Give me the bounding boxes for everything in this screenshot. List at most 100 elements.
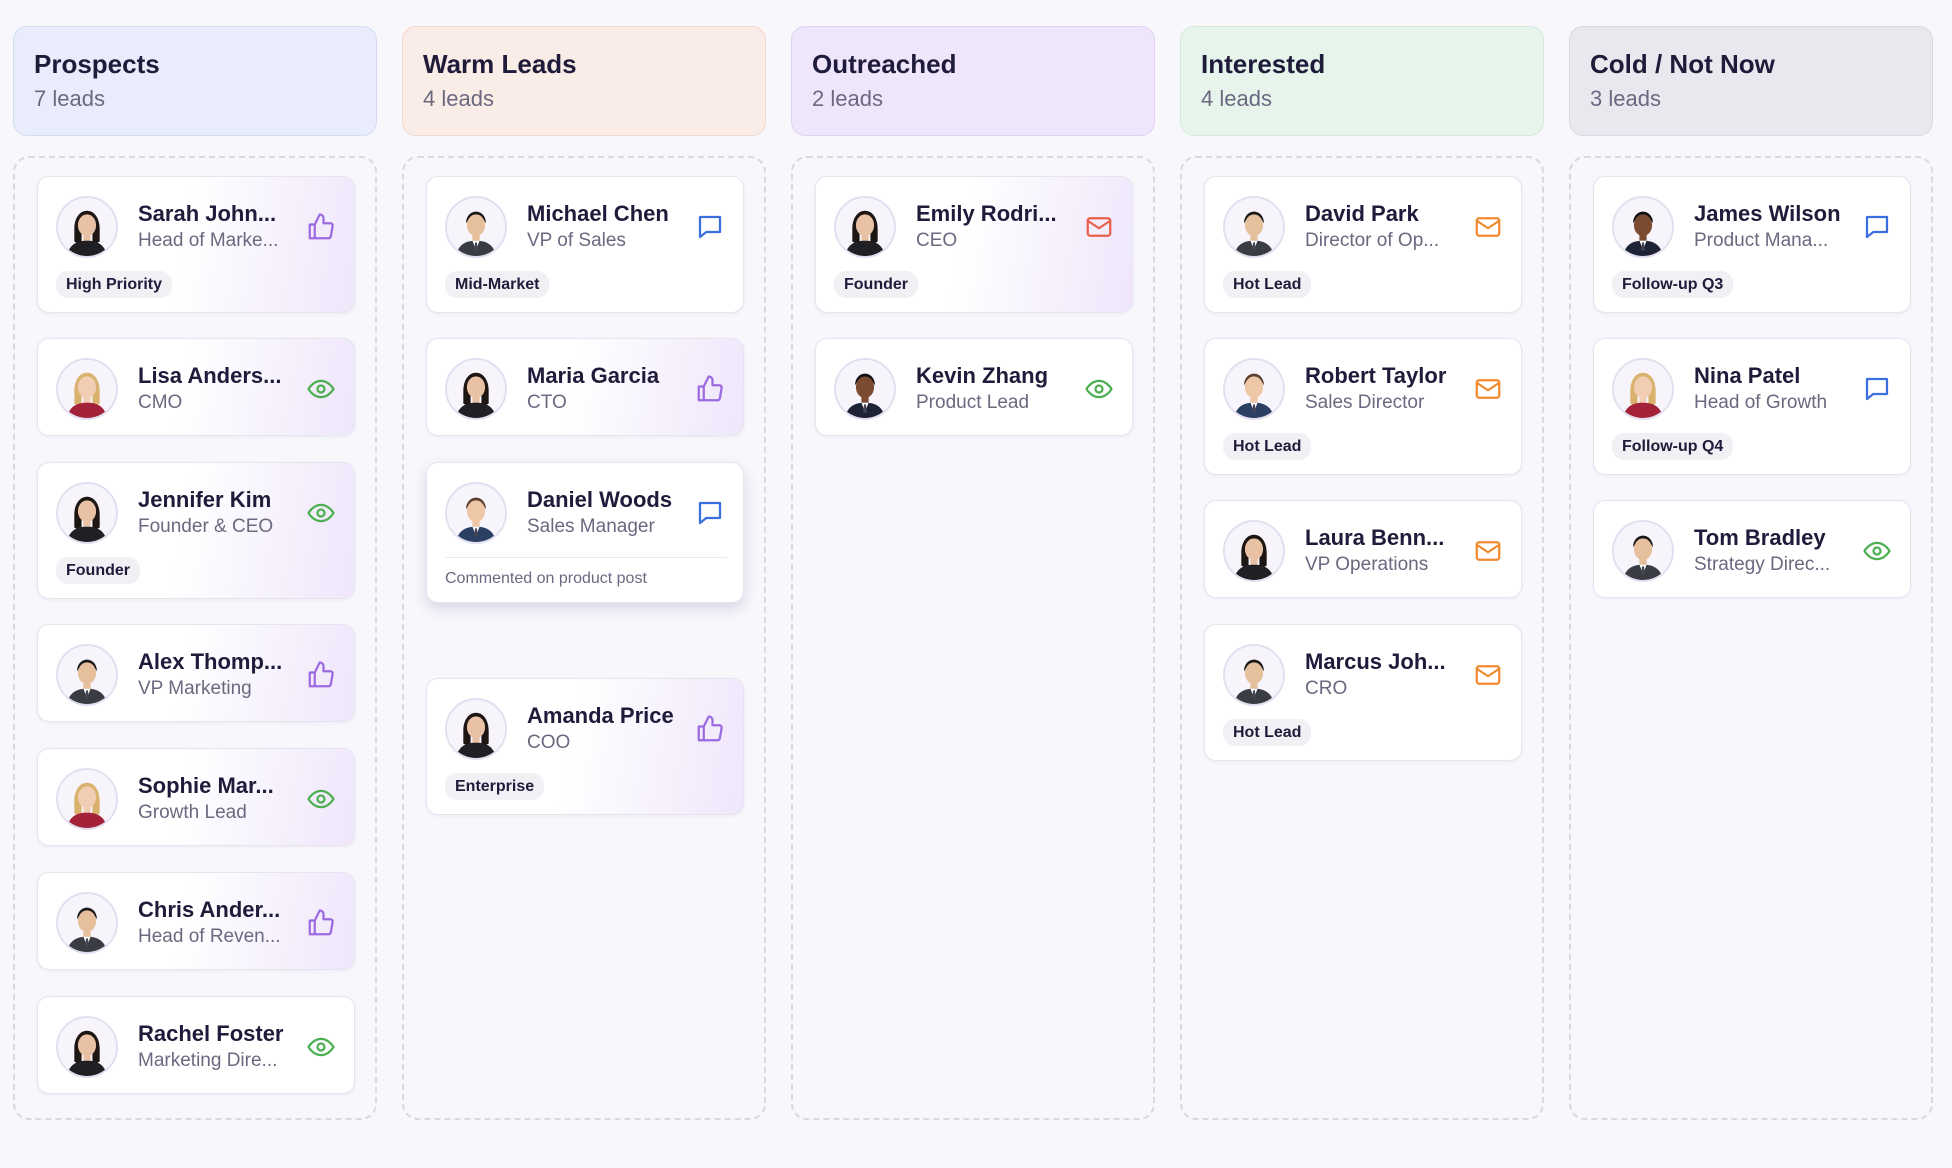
thumbs-up-icon[interactable] <box>306 908 336 938</box>
lead-role: Growth Lead <box>138 802 247 824</box>
eye-icon[interactable] <box>306 374 336 404</box>
column-dropzone[interactable]: David Park Director of Op... Hot Lead Ro… <box>1180 156 1544 1120</box>
lead-name: Sarah John... <box>138 200 277 226</box>
lead-name: Chris Ander... <box>138 896 281 922</box>
avatar[interactable] <box>56 768 118 830</box>
lead-tag: Founder <box>834 271 918 299</box>
eye-icon[interactable] <box>1084 374 1114 404</box>
lead-card[interactable]: Jennifer Kim Founder & CEO Founder <box>37 462 355 600</box>
column-dropzone[interactable]: Emily Rodri... CEO Founder Kevin Zhang P… <box>791 156 1155 1120</box>
lead-role: Product Lead <box>916 392 1030 414</box>
column-header[interactable]: Cold / Not Now 3 leads <box>1569 26 1933 136</box>
eye-icon[interactable] <box>306 784 336 814</box>
lead-card[interactable]: Marcus Joh... CRO Hot Lead <box>1204 624 1522 762</box>
column-dropzone[interactable]: Michael Chen VP of Sales Mid-Market Mari… <box>402 156 766 1120</box>
lead-card[interactable]: Emily Rodri... CEO Founder <box>815 176 1133 314</box>
mail-icon[interactable] <box>1473 660 1503 690</box>
avatar[interactable] <box>56 196 118 258</box>
avatar[interactable] <box>1612 358 1674 420</box>
avatar[interactable] <box>1223 358 1285 420</box>
eye-icon[interactable] <box>306 498 336 528</box>
lead-card[interactable]: Robert Taylor Sales Director Hot Lead <box>1204 338 1522 476</box>
lead-role: Marketing Dire... <box>138 1050 278 1072</box>
avatar[interactable] <box>445 482 507 544</box>
comment-icon[interactable] <box>695 212 725 242</box>
thumbs-up-icon[interactable] <box>695 714 725 744</box>
avatar[interactable] <box>56 358 118 420</box>
mail-icon[interactable] <box>1473 374 1503 404</box>
mail-icon[interactable] <box>1473 212 1503 242</box>
lead-card[interactable]: Kevin Zhang Product Lead <box>815 338 1133 436</box>
lead-card[interactable]: Sarah John... Head of Marke... High Prio… <box>37 176 355 314</box>
lead-role: Strategy Direc... <box>1694 554 1831 576</box>
avatar[interactable] <box>56 1016 118 1078</box>
column-header[interactable]: Warm Leads 4 leads <box>402 26 766 136</box>
lead-tag: High Priority <box>56 271 173 299</box>
lead-card[interactable]: Maria Garcia CTO <box>426 338 744 436</box>
avatar[interactable] <box>1612 520 1674 582</box>
lead-tag: Mid-Market <box>445 271 550 299</box>
lead-role: Founder & CEO <box>138 516 274 538</box>
lead-tag: Enterprise <box>445 773 545 801</box>
column-dropzone[interactable]: Sarah John... Head of Marke... High Prio… <box>13 156 377 1120</box>
avatar[interactable] <box>834 196 896 258</box>
column-header[interactable]: Interested 4 leads <box>1180 26 1544 136</box>
lead-card[interactable]: James Wilson Product Mana... Follow-up Q… <box>1593 176 1911 314</box>
kanban-board: Prospects 7 leads Sarah John... Head of … <box>13 26 1933 1126</box>
lead-card[interactable]: Nina Patel Head of Growth Follow-up Q4 <box>1593 338 1911 476</box>
lead-card[interactable]: Tom Bradley Strategy Direc... <box>1593 500 1911 598</box>
comment-icon[interactable] <box>695 498 725 528</box>
column-dropzone[interactable]: James Wilson Product Mana... Follow-up Q… <box>1569 156 1933 1120</box>
lead-name: Alex Thomp... <box>138 648 283 674</box>
lead-role: VP of Sales <box>527 230 626 252</box>
column-warm-leads: Warm Leads 4 leads Michael Chen VP of Sa… <box>402 26 766 1120</box>
column-header[interactable]: Prospects 7 leads <box>13 26 377 136</box>
lead-card[interactable]: Chris Ander... Head of Reven... <box>37 872 355 970</box>
thumbs-up-icon[interactable] <box>306 212 336 242</box>
avatar[interactable] <box>445 196 507 258</box>
avatar[interactable] <box>56 892 118 954</box>
avatar[interactable] <box>445 358 507 420</box>
lead-name: James Wilson <box>1694 200 1841 226</box>
lead-card[interactable]: David Park Director of Op... Hot Lead <box>1204 176 1522 314</box>
column-title: Interested <box>1201 49 1326 79</box>
mail-icon[interactable] <box>1473 536 1503 566</box>
avatar[interactable] <box>1612 196 1674 258</box>
lead-card[interactable]: Daniel Woods Sales Manager Commented on … <box>426 462 744 603</box>
lead-name: Tom Bradley <box>1694 524 1826 550</box>
avatar[interactable] <box>1223 644 1285 706</box>
thumbs-up-icon[interactable] <box>695 374 725 404</box>
thumbs-up-icon[interactable] <box>306 660 336 690</box>
lead-role: CEO <box>916 230 958 252</box>
avatar[interactable] <box>56 482 118 544</box>
lead-card[interactable]: Sophie Mar... Growth Lead <box>37 748 355 846</box>
lead-card[interactable]: Lisa Anders... CMO <box>37 338 355 436</box>
lead-role: Sales Director <box>1305 392 1425 414</box>
lead-name: Emily Rodri... <box>916 200 1057 226</box>
column-title: Cold / Not Now <box>1590 49 1775 79</box>
lead-role: Head of Reven... <box>138 926 281 948</box>
avatar[interactable] <box>834 358 896 420</box>
lead-card[interactable]: Rachel Foster Marketing Dire... <box>37 996 355 1094</box>
column-header[interactable]: Outreached 2 leads <box>791 26 1155 136</box>
avatar[interactable] <box>56 644 118 706</box>
lead-card[interactable]: Amanda Price COO Enterprise <box>426 678 744 816</box>
lead-name: David Park <box>1305 200 1419 226</box>
column-lead-count: 7 leads <box>34 86 105 112</box>
avatar[interactable] <box>445 698 507 760</box>
avatar[interactable] <box>1223 196 1285 258</box>
comment-icon[interactable] <box>1862 212 1892 242</box>
lead-card[interactable]: Alex Thomp... VP Marketing <box>37 624 355 722</box>
comment-icon[interactable] <box>1862 374 1892 404</box>
lead-card[interactable]: Michael Chen VP of Sales Mid-Market <box>426 176 744 314</box>
eye-icon[interactable] <box>1862 536 1892 566</box>
lead-tag: Hot Lead <box>1223 271 1312 299</box>
lead-card[interactable]: Laura Benn... VP Operations <box>1204 500 1522 598</box>
avatar[interactable] <box>1223 520 1285 582</box>
lead-name: Michael Chen <box>527 200 669 226</box>
mail-icon[interactable] <box>1084 212 1114 242</box>
column-interested: Interested 4 leads David Park Director o… <box>1180 26 1544 1120</box>
lead-name: Kevin Zhang <box>916 362 1049 388</box>
lead-name: Jennifer Kim <box>138 486 272 512</box>
eye-icon[interactable] <box>306 1032 336 1062</box>
